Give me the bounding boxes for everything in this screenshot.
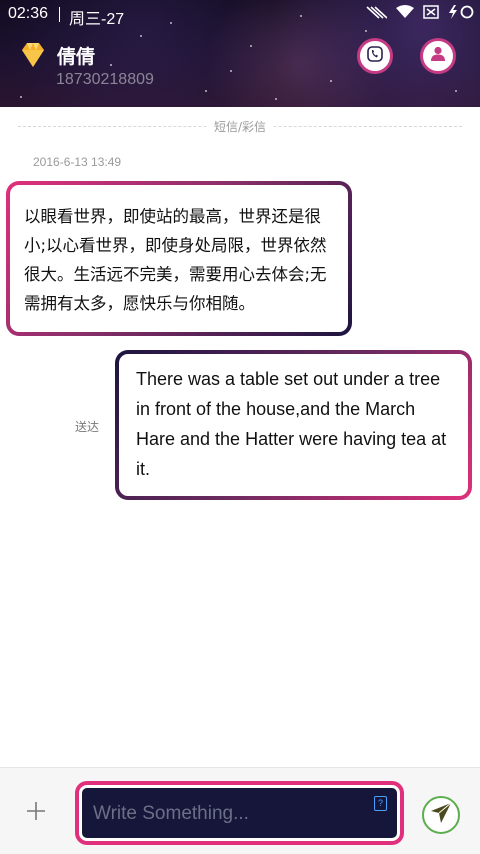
contact-profile-button[interactable] <box>420 38 456 74</box>
delivery-status: 送达 <box>75 420 100 434</box>
signal-icon <box>365 5 388 24</box>
status-divider <box>59 7 60 22</box>
diamond-icon <box>17 39 49 71</box>
incoming-message-text: 以眼看世界，即使站的最高，世界还是很小;以心看世界，即使身处局限，世界依然很大。… <box>10 185 348 332</box>
title-bar: 倩倩 18730218809 <box>0 30 480 107</box>
status-time: 02:36 <box>8 5 49 22</box>
conversation-header: 02:36 周三-27 倩倩 18730218809 <box>0 0 480 107</box>
status-date: 周三-27 <box>69 11 125 28</box>
emoji-button[interactable]: ? <box>374 796 387 811</box>
message-type-label-text: 短信/彩信 <box>207 120 273 134</box>
phone-icon <box>366 45 384 67</box>
compose-bar: ? <box>0 767 480 854</box>
message-type-label: 短信/彩信 <box>0 118 480 135</box>
message-input-container: ? <box>79 785 400 841</box>
outgoing-message-text: There was a table set out under a tree i… <box>119 354 468 496</box>
incoming-message-bubble[interactable]: 以眼看世界，即使站的最高，世界还是很小;以心看世界，即使身处局限，世界依然很大。… <box>6 181 352 336</box>
message-timestamp: 2016-6-13 13:49 <box>33 155 122 169</box>
outgoing-message-bubble[interactable]: There was a table set out under a tree i… <box>115 350 472 500</box>
call-button[interactable] <box>357 38 393 74</box>
contact-number: 18730218809 <box>56 71 154 88</box>
status-bar: 02:36 周三-27 <box>0 0 480 30</box>
wifi-icon <box>396 4 414 24</box>
message-input-frame: ? <box>75 781 404 845</box>
send-button[interactable] <box>422 796 460 834</box>
contact-name: 倩倩 <box>57 46 96 68</box>
plus-icon <box>26 801 46 825</box>
charging-battery-icon <box>448 4 474 25</box>
send-arrow-icon <box>430 802 452 828</box>
status-icons <box>365 4 474 24</box>
sim-card-icon <box>423 4 439 24</box>
message-input[interactable] <box>91 788 360 840</box>
add-attachment-button[interactable] <box>24 801 48 825</box>
contact-profile-icon <box>428 44 448 68</box>
